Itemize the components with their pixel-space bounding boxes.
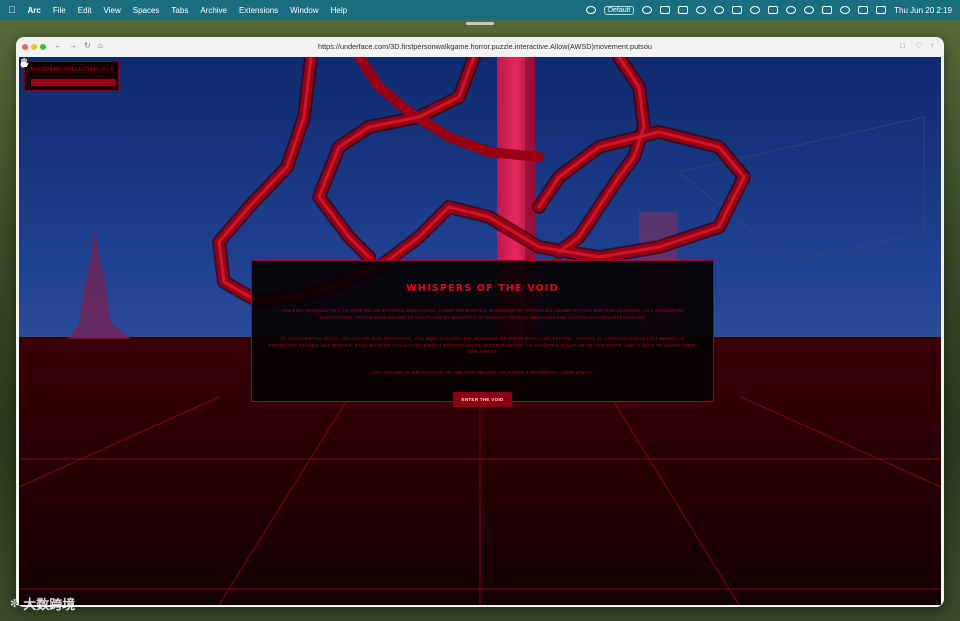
hand-cursor-icon	[19, 57, 29, 69]
menu-window[interactable]: Window	[290, 6, 318, 15]
menu-extensions[interactable]: Extensions	[239, 6, 278, 15]
bluetooth-icon[interactable]	[714, 6, 725, 14]
menu-tabs[interactable]: Tabs	[171, 6, 188, 15]
screen-icon[interactable]	[660, 6, 671, 14]
menu-spaces[interactable]: Spaces	[133, 6, 160, 15]
menu-clock[interactable]: Thu Jun 20 2:19	[894, 6, 952, 15]
moon-icon[interactable]	[750, 6, 761, 14]
enter-void-button[interactable]: ENTER THE VOID	[452, 392, 513, 407]
reload-icon[interactable]: ↻	[84, 41, 91, 50]
control-center-icon[interactable]	[876, 6, 887, 14]
chat-icon[interactable]	[642, 6, 653, 14]
keyboard-icon[interactable]	[822, 6, 833, 14]
menu-app-name[interactable]: Arc	[28, 6, 41, 15]
wifi-icon[interactable]	[786, 6, 797, 14]
bookmark-icon[interactable]: □	[900, 41, 905, 50]
close-window-icon[interactable]	[22, 44, 28, 50]
window-grab-handle[interactable]	[466, 22, 494, 25]
whispers-hud: WHISPERS COLLECTED: 0 / 5	[24, 61, 119, 91]
cloud-icon[interactable]	[585, 6, 596, 14]
forward-icon[interactable]: →	[69, 41, 77, 50]
browser-window: ← → ↻ ⌂ https://underface.com/3D.firstpe…	[16, 37, 944, 607]
share-icon[interactable]: ↑	[930, 41, 934, 50]
home-icon[interactable]: ⌂	[98, 41, 103, 50]
address-bar[interactable]: https://underface.com/3D.firstpersonwalk…	[312, 41, 658, 53]
back-icon[interactable]: ←	[54, 41, 62, 50]
search-icon[interactable]	[804, 6, 815, 14]
battery-icon[interactable]	[768, 6, 779, 14]
apple-menu-icon[interactable]: 	[8, 5, 16, 16]
watermark-text: 大数跨境	[23, 597, 76, 612]
notification-icon[interactable]	[858, 6, 869, 14]
modal-title: WHISPERS OF THE VOID	[406, 283, 559, 294]
modal-paragraph-2: TO UNCOVER THE TRUTH AND ESCAPE THIS NIG…	[268, 336, 697, 354]
play-icon[interactable]	[696, 6, 707, 14]
menu-file[interactable]: File	[53, 6, 66, 15]
display-icon[interactable]	[732, 6, 743, 14]
gear-icon[interactable]	[840, 6, 851, 14]
zoom-window-icon[interactable]	[40, 44, 46, 50]
browser-toolbar: ← → ↻ ⌂ https://underface.com/3D.firstpe…	[16, 37, 944, 57]
menu-edit[interactable]: Edit	[78, 6, 92, 15]
watermark-logo-icon: ✼	[10, 598, 20, 610]
modal-paragraph-1: YOU FIND YOURSELF IN A TWISTED REALM BET…	[281, 308, 684, 320]
modal-paragraph-3: CAN YOU SOLVE THE MYSTERY OF THE VOID BE…	[372, 369, 593, 375]
menu-view[interactable]: View	[104, 6, 121, 15]
watermark: ✼ 大数跨境	[10, 594, 75, 613]
game-viewport[interactable]: WHISPERS COLLECTED: 0 / 5 WHISPERS OF TH…	[19, 57, 941, 605]
sanity-bar	[31, 79, 115, 86]
drive-icon[interactable]	[678, 6, 689, 14]
minimize-window-icon[interactable]	[31, 44, 37, 50]
menu-help[interactable]: Help	[331, 6, 347, 15]
status-area: Default Thu Jun 20 2:19	[585, 5, 952, 15]
menu-archive[interactable]: Archive	[200, 6, 227, 15]
profile-badge[interactable]: Default	[603, 5, 635, 15]
macos-menubar:  Arc File Edit View Spaces Tabs Archive…	[0, 0, 960, 20]
favorite-icon[interactable]: ♡	[915, 41, 922, 50]
whispers-counter: WHISPERS COLLECTED: 0 / 5	[31, 67, 115, 73]
intro-modal: WHISPERS OF THE VOID YOU FIND YOURSELF I…	[251, 260, 714, 407]
